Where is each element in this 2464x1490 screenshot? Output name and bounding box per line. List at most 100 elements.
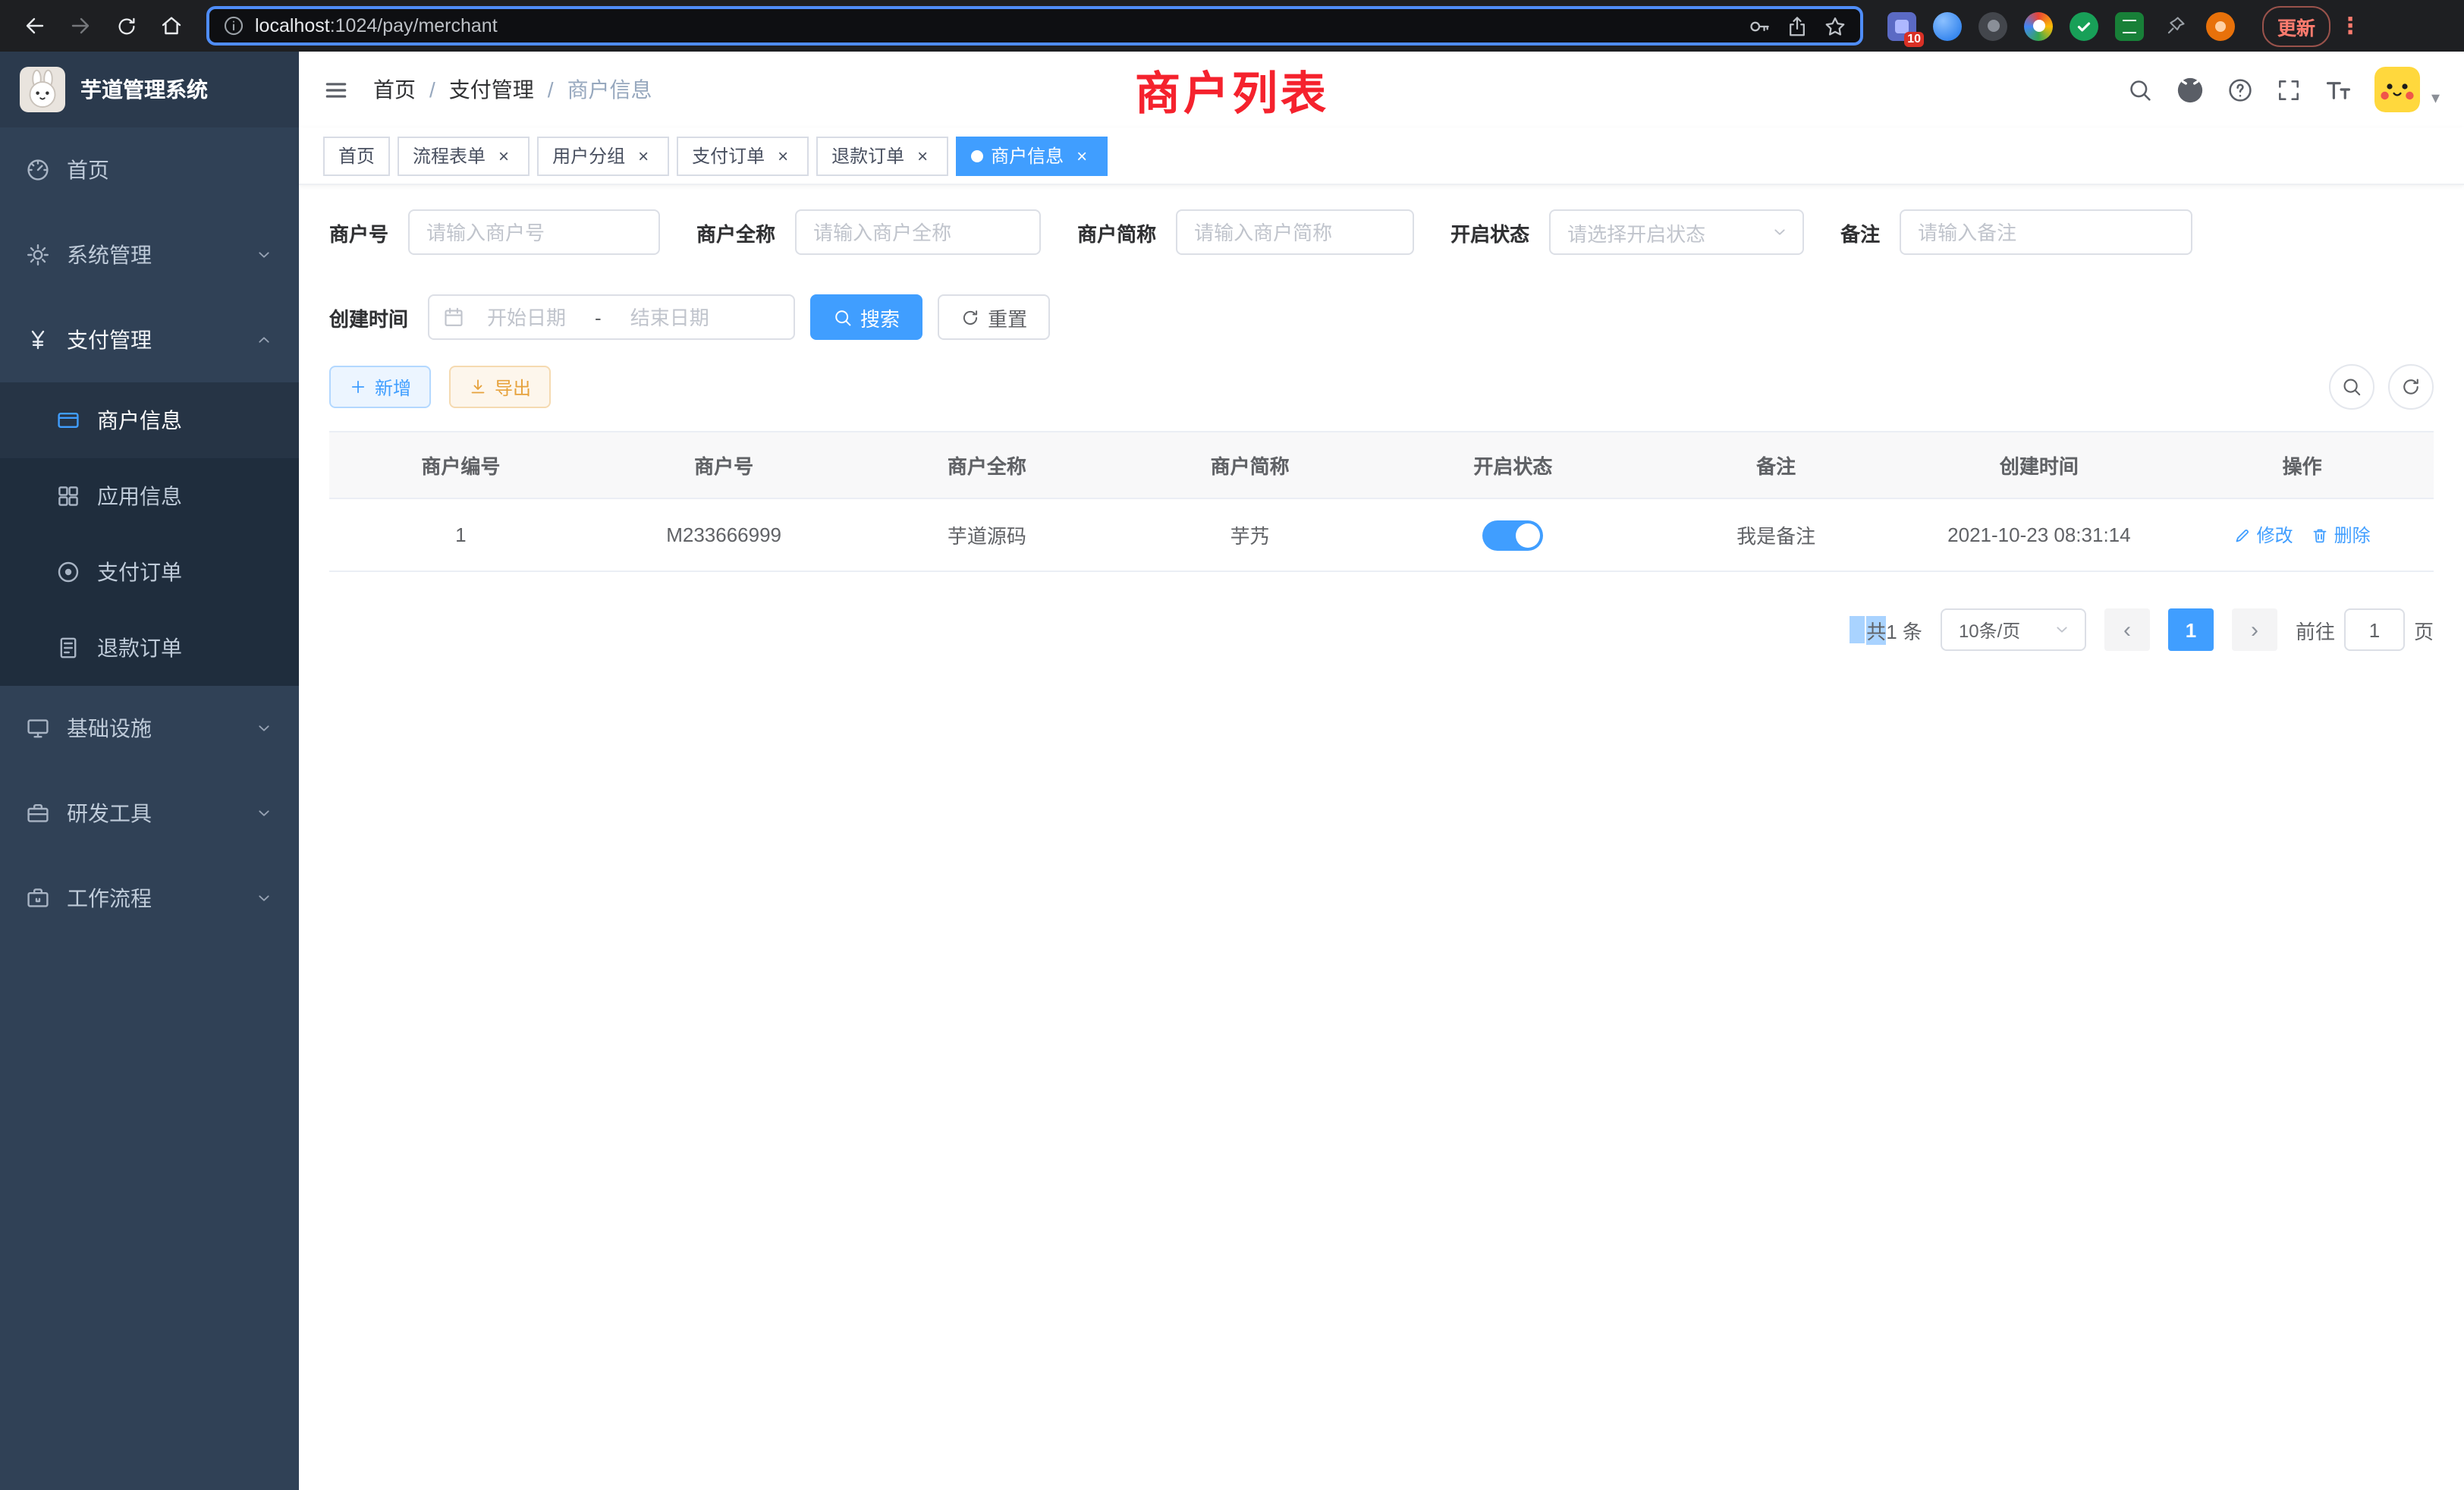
remark-label: 备注 (1840, 218, 1880, 247)
browser-update-button[interactable]: 更新 (2262, 5, 2330, 46)
sidebar-item-label: 工作流程 (67, 883, 152, 913)
goto-label: 前往 (2296, 615, 2335, 644)
sidebar: 芋道管理系统 首页 系统管理 (0, 52, 299, 1490)
github-icon[interactable] (2176, 75, 2205, 104)
status-select[interactable]: 请选择开启状态 (1549, 209, 1804, 255)
merchant-table: 商户编号 商户号 商户全称 商户简称 开启状态 备注 创建时间 操作 1 M23… (329, 431, 2434, 572)
browser-back-icon[interactable] (15, 6, 55, 46)
browser-menu-icon[interactable]: ⋮ (2337, 12, 2364, 39)
col-header: 创建时间 (1908, 451, 2171, 479)
remark-input[interactable] (1900, 209, 2192, 255)
tab-user-group[interactable]: 用户分组 × (537, 136, 669, 175)
page-size-select[interactable]: 10条/页 (1941, 608, 2086, 651)
sidebar-item-system[interactable]: 系统管理 (0, 212, 299, 297)
sidebar-item-payment[interactable]: 支付管理 (0, 297, 299, 382)
sidebar-item-workflow[interactable]: 工作流程 (0, 856, 299, 941)
top-navbar: 首页 / 支付管理 / 商户信息 (299, 52, 2464, 127)
app-logo[interactable]: 芋道管理系统 (0, 52, 299, 127)
reset-button[interactable]: 重置 (938, 294, 1050, 340)
pagination: 共 1 条 10条/页 ‹ 1 › 前往 页 (329, 608, 2434, 651)
browser-extensions: 10 (1887, 11, 2235, 40)
gear-icon (26, 243, 50, 267)
toggle-search-button[interactable] (2329, 364, 2374, 410)
create-time-range-picker[interactable]: - (428, 294, 795, 340)
goto-page-input[interactable] (2344, 608, 2405, 651)
chevron-down-icon (255, 246, 273, 264)
fullscreen-icon[interactable] (2277, 77, 2302, 102)
refresh-table-button[interactable] (2388, 364, 2434, 410)
sidebar-item-label: 研发工具 (67, 798, 152, 828)
extension-pin-icon[interactable] (2161, 11, 2189, 40)
merchant-full-name-input[interactable] (795, 209, 1041, 255)
tab-merchant-info[interactable]: 商户信息 × (956, 136, 1108, 175)
status-switch[interactable] (1482, 520, 1543, 550)
breadcrumb-payment[interactable]: 支付管理 (449, 74, 534, 105)
tab-close-icon[interactable]: × (912, 145, 933, 166)
extension-check-icon[interactable] (2070, 11, 2098, 40)
user-avatar[interactable] (2375, 67, 2421, 112)
export-button[interactable]: 导出 (449, 366, 551, 408)
extension-dark-icon[interactable] (1978, 11, 2007, 40)
url-text: localhost:1024/pay/merchant (255, 15, 1737, 36)
col-header: 商户编号 (329, 451, 592, 479)
sidebar-item-dev-tools[interactable]: 研发工具 (0, 771, 299, 856)
edit-link[interactable]: 修改 (2234, 522, 2293, 548)
browser-home-icon[interactable] (152, 6, 191, 46)
tab-pay-order[interactable]: 支付订单 × (677, 136, 809, 175)
sidebar-item-label: 退款订单 (97, 633, 182, 663)
page-number-button[interactable]: 1 (2168, 608, 2214, 651)
card-icon (56, 408, 80, 432)
password-key-icon[interactable] (1748, 14, 1771, 37)
share-icon[interactable] (1786, 14, 1809, 37)
font-size-icon[interactable] (2325, 76, 2352, 103)
extension-drop-icon[interactable] (1933, 11, 1962, 40)
sidebar-item-label: 应用信息 (97, 481, 182, 511)
avatar-caret-icon[interactable]: ▾ (2431, 88, 2440, 108)
merchant-no-input[interactable] (408, 209, 660, 255)
site-info-icon[interactable] (223, 15, 244, 36)
chevron-down-icon (255, 804, 273, 822)
toolbox-icon (26, 801, 50, 825)
tab-close-icon[interactable]: × (633, 145, 654, 166)
breadcrumb-home[interactable]: 首页 (373, 74, 416, 105)
end-date-input[interactable] (614, 306, 726, 328)
tab-refund-order[interactable]: 退款订单 × (816, 136, 948, 175)
url-bar[interactable]: localhost:1024/pay/merchant (206, 6, 1863, 46)
next-page-button[interactable]: › (2232, 608, 2277, 651)
extension-profile-icon[interactable] (2206, 11, 2235, 40)
tab-home[interactable]: 首页 (323, 136, 390, 175)
extension-colorful-icon[interactable] (2024, 11, 2053, 40)
tab-close-icon[interactable]: × (772, 145, 794, 166)
sidebar-item-home[interactable]: 首页 (0, 127, 299, 212)
sidebar-item-app-info[interactable]: 应用信息 (0, 458, 299, 534)
bookmark-star-icon[interactable] (1824, 14, 1846, 37)
browser-forward-icon[interactable] (61, 6, 100, 46)
col-header: 操作 (2170, 451, 2434, 479)
sidebar-item-merchant-info[interactable]: 商户信息 (0, 382, 299, 458)
breadcrumb-separator: / (429, 77, 435, 102)
prev-page-button[interactable]: ‹ (2104, 608, 2150, 651)
start-date-input[interactable] (470, 306, 583, 328)
sidebar-item-pay-order[interactable]: 支付订单 (0, 534, 299, 610)
merchant-short-name-input[interactable] (1176, 209, 1414, 255)
logo-rabbit-icon (20, 67, 65, 112)
add-button[interactable]: 新增 (329, 366, 431, 408)
extension-sheet-icon[interactable] (2115, 11, 2144, 40)
delete-link[interactable]: 删除 (2312, 522, 2371, 548)
tab-process-form[interactable]: 流程表单 × (398, 136, 530, 175)
tab-close-icon[interactable]: × (1071, 145, 1092, 166)
search-button[interactable]: 搜索 (810, 294, 922, 340)
sidebar-toggle-icon[interactable] (323, 77, 349, 102)
extension-devtools-icon[interactable]: 10 (1887, 11, 1916, 40)
tab-close-icon[interactable]: × (493, 145, 514, 166)
calendar-icon (443, 306, 464, 328)
sidebar-item-label: 支付管理 (67, 325, 152, 355)
monitor-icon (26, 716, 50, 740)
search-icon[interactable] (2128, 77, 2154, 102)
sidebar-item-infrastructure[interactable]: 基础设施 (0, 686, 299, 771)
cell-merchant-id: 1 (329, 523, 592, 546)
selection-artifact (1850, 616, 1865, 643)
sidebar-item-refund-order[interactable]: 退款订单 (0, 610, 299, 686)
help-icon[interactable] (2228, 77, 2254, 102)
browser-reload-icon[interactable] (106, 6, 146, 46)
